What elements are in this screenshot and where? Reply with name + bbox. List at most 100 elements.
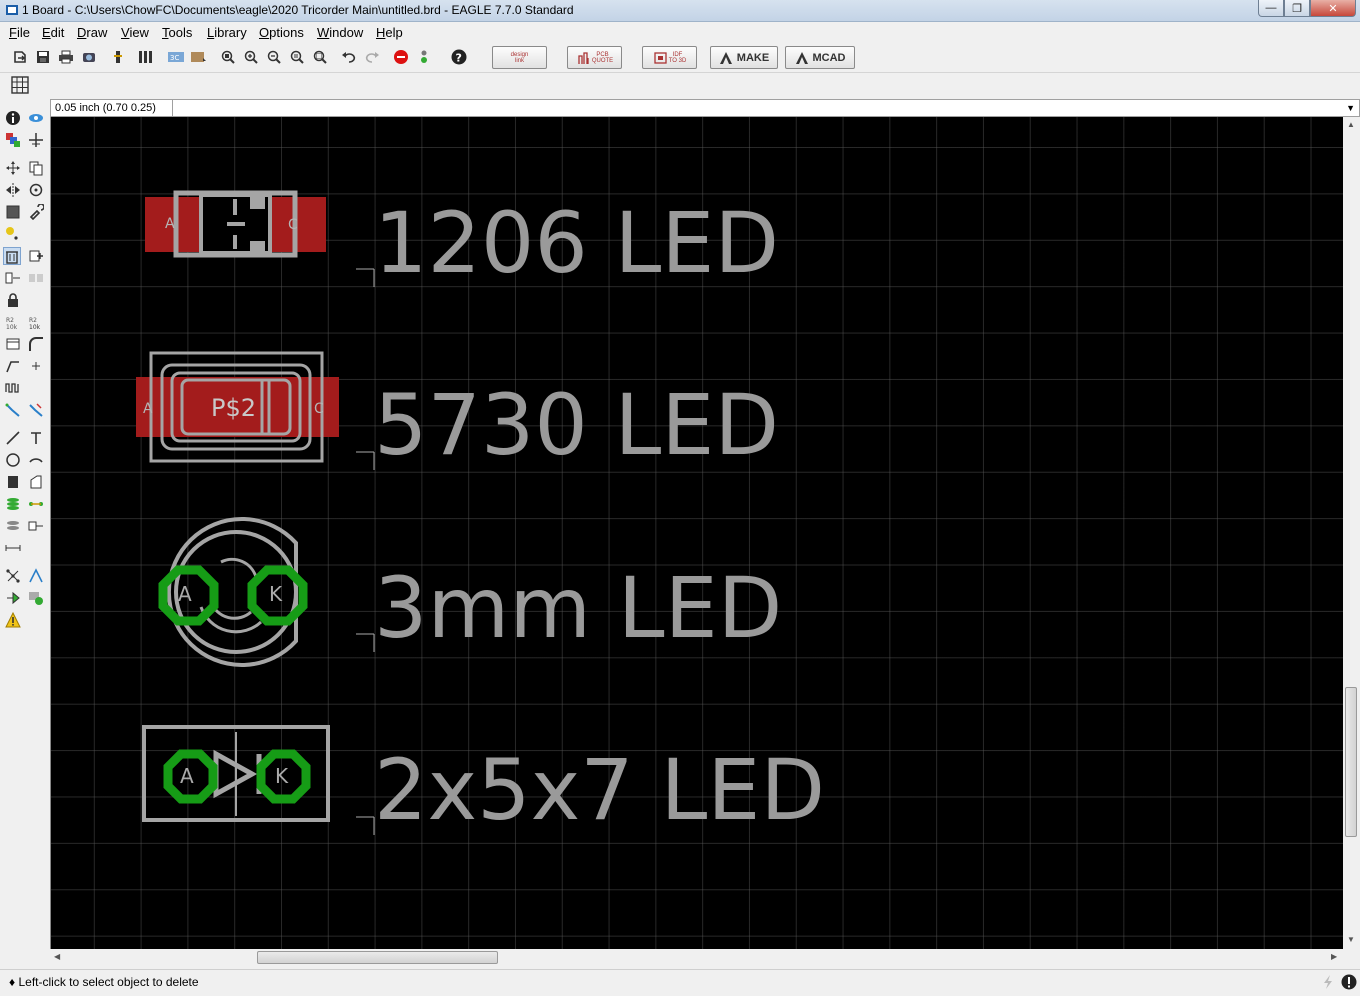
idf-label-2: TO 3D bbox=[668, 57, 687, 64]
value-icon[interactable]: R2 10k bbox=[27, 313, 45, 331]
horizontal-scrollbar[interactable]: ◀ ▶ bbox=[50, 949, 1343, 966]
go-icon[interactable] bbox=[415, 48, 433, 66]
split-icon[interactable] bbox=[4, 357, 22, 375]
copy-icon[interactable] bbox=[27, 159, 45, 177]
menu-file[interactable]: File bbox=[9, 25, 30, 40]
grid-icon[interactable] bbox=[11, 76, 29, 94]
menu-options[interactable]: Options bbox=[259, 25, 304, 40]
led-2x5x7-footprint[interactable]: A K bbox=[142, 725, 330, 822]
scroll-left-icon[interactable]: ◀ bbox=[54, 952, 60, 961]
menu-library[interactable]: Library bbox=[207, 25, 247, 40]
minimize-button[interactable]: — bbox=[1258, 0, 1284, 17]
command-input[interactable] bbox=[174, 100, 1342, 116]
erc-icon[interactable] bbox=[4, 589, 22, 607]
move-icon[interactable] bbox=[4, 159, 22, 177]
dimension-icon[interactable] bbox=[4, 539, 22, 557]
meander-icon[interactable] bbox=[4, 379, 22, 397]
scroll-up-icon[interactable]: ▲ bbox=[1347, 120, 1355, 129]
warning-circle-icon[interactable] bbox=[1341, 974, 1357, 990]
pad-k-label: K bbox=[269, 582, 283, 606]
mirror-icon[interactable] bbox=[4, 181, 22, 199]
led-3mm-footprint[interactable]: A K bbox=[158, 517, 308, 667]
route-icon[interactable] bbox=[4, 401, 22, 419]
close-button[interactable]: ✕ bbox=[1310, 0, 1356, 17]
redo-icon[interactable] bbox=[363, 48, 381, 66]
drc-icon[interactable]: 3C bbox=[167, 48, 185, 66]
attribute-icon[interactable] bbox=[27, 517, 45, 535]
ulp-icon[interactable] bbox=[138, 48, 156, 66]
horizontal-scroll-thumb[interactable] bbox=[257, 951, 498, 964]
rotate-icon[interactable] bbox=[27, 181, 45, 199]
ratsnest-icon[interactable] bbox=[4, 567, 22, 585]
add-icon[interactable] bbox=[27, 247, 45, 265]
mark-icon[interactable] bbox=[27, 131, 45, 149]
pcb-icon bbox=[578, 51, 589, 64]
miter-icon[interactable] bbox=[27, 335, 45, 353]
script-icon[interactable] bbox=[109, 48, 127, 66]
replace-icon[interactable] bbox=[4, 269, 22, 287]
group-icon[interactable] bbox=[4, 203, 22, 221]
zoom-in-icon[interactable] bbox=[242, 48, 260, 66]
mcad-button[interactable]: MCAD bbox=[785, 46, 855, 69]
smash-icon[interactable] bbox=[4, 335, 22, 353]
make-button[interactable]: MAKE bbox=[710, 46, 778, 69]
circle-icon[interactable] bbox=[4, 451, 22, 469]
undo-icon[interactable] bbox=[340, 48, 358, 66]
print-icon[interactable] bbox=[57, 48, 75, 66]
ripup-icon[interactable] bbox=[27, 401, 45, 419]
zoom-redraw-icon[interactable] bbox=[288, 48, 306, 66]
restore-button[interactable]: ❐ bbox=[1284, 0, 1310, 17]
polygon-icon[interactable] bbox=[27, 473, 45, 491]
show-icon[interactable] bbox=[27, 109, 45, 127]
pinswap-icon[interactable] bbox=[27, 269, 45, 287]
delete-icon[interactable] bbox=[3, 247, 21, 265]
display-layers-icon[interactable] bbox=[4, 131, 22, 149]
led-5730-footprint[interactable]: P$2 A C bbox=[136, 351, 339, 463]
zoom-fit-icon[interactable] bbox=[219, 48, 237, 66]
scroll-down-icon[interactable]: ▼ bbox=[1347, 935, 1355, 944]
name-icon[interactable]: R2 10k bbox=[4, 313, 22, 331]
command-history-dropdown-icon[interactable]: ▼ bbox=[1346, 103, 1355, 113]
menu-help[interactable]: Help bbox=[376, 25, 403, 40]
menu-draw[interactable]: Draw bbox=[77, 25, 107, 40]
save-icon[interactable] bbox=[34, 48, 52, 66]
vertical-scroll-thumb[interactable] bbox=[1345, 687, 1357, 837]
led-1206-footprint[interactable]: A C bbox=[145, 190, 326, 258]
vertical-scrollbar[interactable]: ▲ ▼ bbox=[1343, 117, 1360, 949]
menu-view[interactable]: View bbox=[121, 25, 149, 40]
pcb-quote-button[interactable]: PCB QUOTE bbox=[567, 46, 622, 69]
menu-tools[interactable]: Tools bbox=[162, 25, 192, 40]
scroll-right-icon[interactable]: ▶ bbox=[1331, 952, 1337, 961]
mcad-label: MCAD bbox=[812, 51, 846, 64]
via-icon[interactable] bbox=[4, 495, 22, 513]
autorouter-icon[interactable] bbox=[27, 567, 45, 585]
drc-check-icon[interactable] bbox=[27, 589, 45, 607]
menu-window[interactable]: Window bbox=[317, 25, 363, 40]
info-icon[interactable] bbox=[4, 109, 22, 127]
help-icon[interactable]: ? bbox=[450, 48, 468, 66]
idf-to-3d-button[interactable]: IDF TO 3D bbox=[642, 46, 697, 69]
text-icon[interactable] bbox=[27, 429, 45, 447]
signal-icon[interactable] bbox=[27, 495, 45, 513]
window-title: 1 Board - C:\Users\ChowFC\Documents\eagl… bbox=[22, 3, 574, 17]
stop-icon[interactable] bbox=[392, 48, 410, 66]
open-icon[interactable] bbox=[11, 48, 29, 66]
lock-icon[interactable] bbox=[4, 291, 22, 309]
arc-icon[interactable] bbox=[27, 451, 45, 469]
paste-icon[interactable] bbox=[4, 225, 22, 243]
cam-processor-icon[interactable] bbox=[80, 48, 98, 66]
hole-icon[interactable] bbox=[4, 517, 22, 535]
svg-text:R2: R2 bbox=[29, 317, 37, 324]
errors-icon[interactable] bbox=[4, 611, 22, 629]
zoom-select-icon[interactable] bbox=[311, 48, 329, 66]
wire-icon[interactable] bbox=[4, 429, 22, 447]
layer-settings-icon[interactable] bbox=[190, 48, 208, 66]
rect-icon[interactable] bbox=[4, 473, 22, 491]
label-3mm-led: 3mm LED bbox=[374, 559, 782, 657]
optimize-icon[interactable] bbox=[27, 357, 45, 375]
menu-edit[interactable]: Edit bbox=[42, 25, 64, 40]
change-icon[interactable] bbox=[27, 203, 45, 221]
design-link-button[interactable]: design link bbox=[492, 46, 547, 69]
board-canvas[interactable]: A C 1206 LED P$2 A C 5730 LED A K 3mm LE… bbox=[50, 117, 1344, 949]
zoom-out-icon[interactable] bbox=[265, 48, 283, 66]
